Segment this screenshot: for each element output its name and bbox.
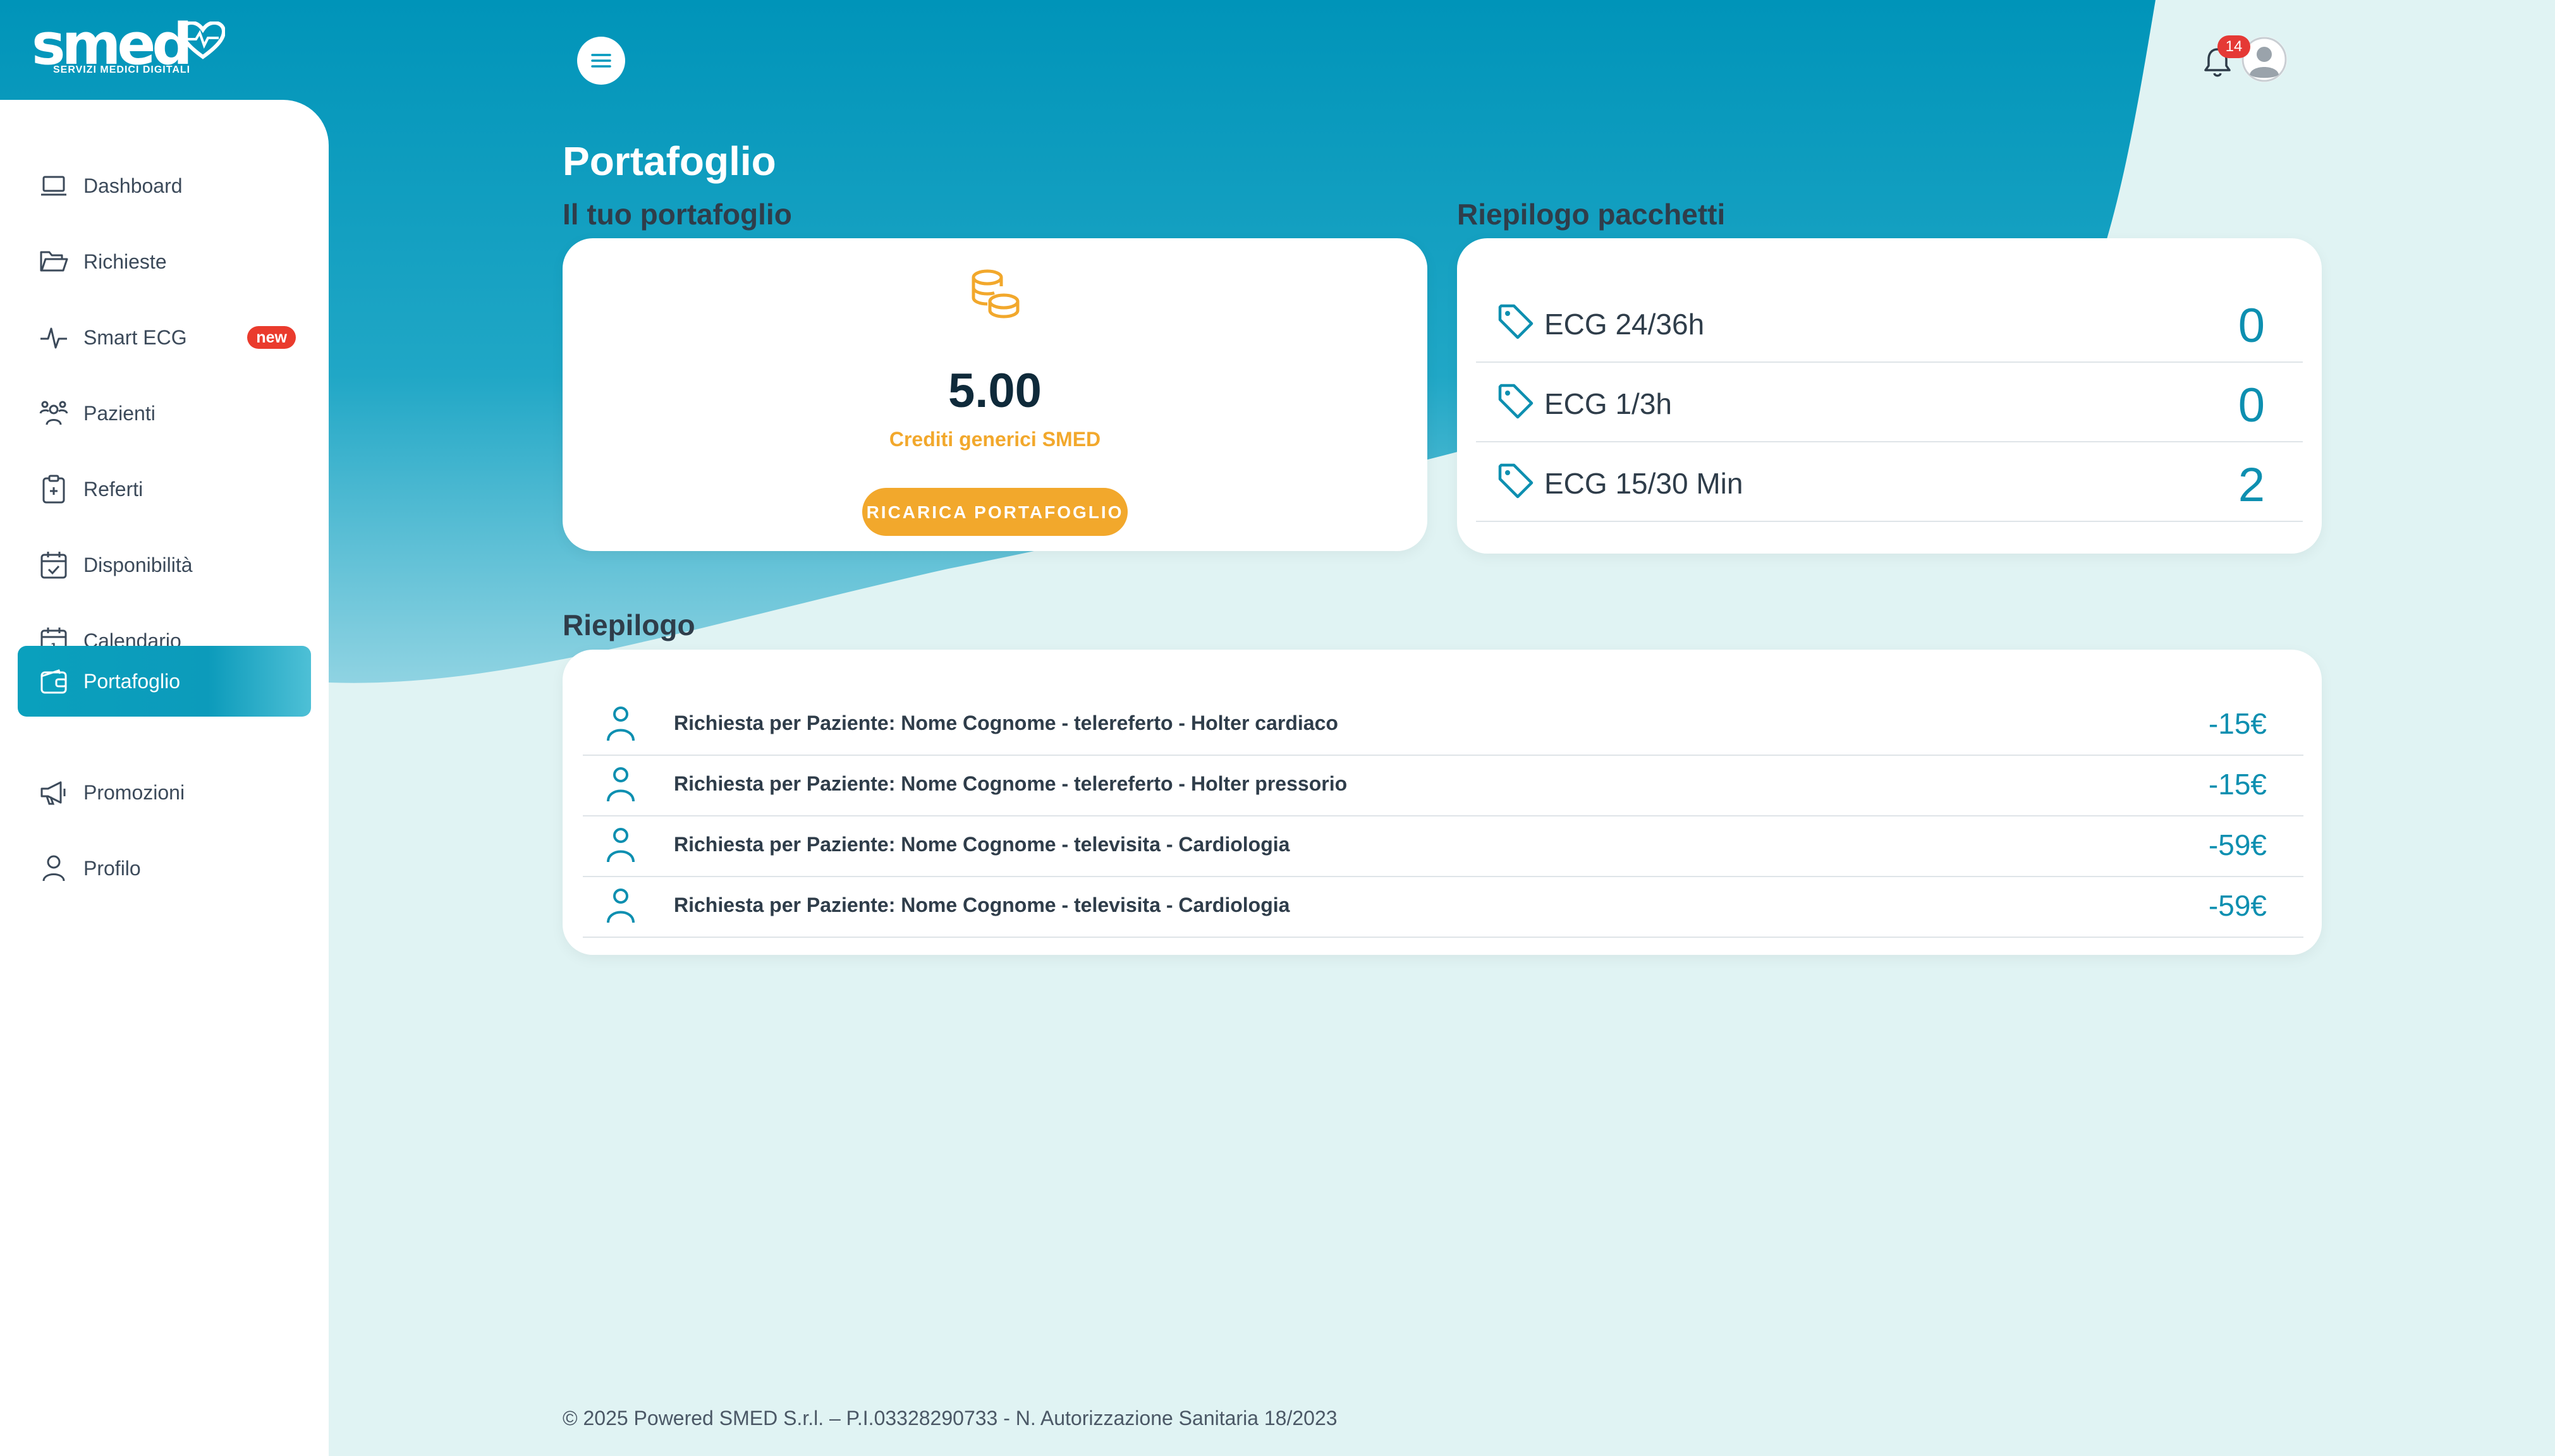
summary-description: Richiesta per Paziente: Nome Cognome - t…: [674, 712, 1338, 734]
sidebar-item-label: Promozioni: [83, 780, 185, 804]
sidebar-item-label: Dashboard: [83, 174, 183, 197]
tag-icon: [1498, 463, 1534, 499]
sidebar-item-richieste[interactable]: Richieste: [18, 226, 311, 297]
summary-row[interactable]: Richiesta per Paziente: Nome Cognome - t…: [583, 755, 2303, 816]
summary-amount: -15€: [2208, 707, 2267, 740]
wallet-card: 5.00 Crediti generici SMED RICARICA PORT…: [563, 238, 1427, 551]
package-count: 2: [2238, 458, 2265, 512]
sidebar-item-profilo[interactable]: Profilo: [18, 833, 311, 904]
package-count: 0: [2238, 379, 2265, 432]
sidebar-item-label: Portafoglio: [83, 669, 180, 693]
smed-logo: smed SERVIZI MEDICI DIGITALI: [32, 16, 228, 80]
package-row: ECG 24/36h 0: [1476, 282, 2303, 363]
sidebar-item-portafoglio[interactable]: Portafoglio: [18, 646, 311, 717]
wallet-balance: 5.00: [948, 364, 1042, 418]
sidebar: Dashboard Richieste Smart ECG new Pazien…: [0, 100, 329, 1456]
package-name: ECG 24/36h: [1544, 308, 1705, 341]
sidebar-item-label: Richieste: [83, 250, 167, 273]
recharge-wallet-button[interactable]: RICARICA PORTAFOGLIO: [862, 488, 1128, 536]
summary-amount: -15€: [2208, 768, 2267, 801]
summary-heading: Riepilogo: [563, 609, 695, 641]
summary-row[interactable]: Richiesta per Paziente: Nome Cognome - t…: [583, 694, 2303, 756]
wallet-icon: [35, 663, 72, 700]
user-icon: [35, 850, 72, 887]
person-icon: [607, 767, 635, 802]
wallet-heading: Il tuo portafoglio: [563, 198, 792, 231]
package-name: ECG 1/3h: [1544, 387, 1672, 420]
sidebar-item-referti[interactable]: Referti: [18, 454, 311, 525]
sidebar-item-dashboard[interactable]: Dashboard: [18, 150, 311, 221]
summary-description: Richiesta per Paziente: Nome Cognome - t…: [674, 833, 1290, 856]
folder-open-icon: [35, 243, 72, 280]
menu-toggle-button[interactable]: [577, 37, 625, 85]
summary-description: Richiesta per Paziente: Nome Cognome - t…: [674, 894, 1290, 916]
sidebar-item-label: Disponibilità: [83, 553, 193, 576]
person-icon: [607, 889, 635, 923]
package-row: ECG 1/3h 0: [1476, 361, 2303, 442]
heart-pulse-icon: [181, 21, 225, 59]
sidebar-item-smart-ecg[interactable]: Smart ECG new: [18, 302, 311, 373]
summary-description: Richiesta per Paziente: Nome Cognome - t…: [674, 772, 1348, 795]
sidebar-item-label: Referti: [83, 477, 143, 500]
summary-card: Richiesta per Paziente: Nome Cognome - t…: [563, 650, 2322, 955]
sidebar-item-label: Profilo: [83, 856, 141, 880]
package-count: 0: [2238, 299, 2265, 353]
coins-icon: [972, 269, 1020, 318]
hamburger-icon: [591, 54, 611, 68]
credits-label: Crediti generici SMED: [889, 428, 1101, 451]
clipboard-plus-icon: [35, 471, 72, 507]
packages-card: ECG 24/36h 0 ECG 1/3h 0 ECG 15/30 Min 2: [1457, 238, 2322, 554]
person-icon: [607, 707, 635, 741]
tag-icon: [1498, 384, 1534, 419]
summary-amount: -59€: [2208, 889, 2267, 922]
package-name: ECG 15/30 Min: [1544, 467, 1743, 500]
new-badge: new: [247, 326, 296, 349]
packages-heading: Riepilogo pacchetti: [1457, 198, 1726, 231]
megaphone-icon: [35, 774, 72, 811]
sidebar-item-label: Smart ECG: [83, 325, 187, 349]
laptop-icon: [35, 167, 72, 204]
package-row: ECG 15/30 Min 2: [1476, 441, 2303, 522]
calendar-check-icon: [35, 547, 72, 583]
users-icon: [35, 395, 72, 432]
tag-icon: [1498, 304, 1534, 339]
summary-row[interactable]: Richiesta per Paziente: Nome Cognome - t…: [583, 815, 2303, 877]
footer-text: © 2025 Powered SMED S.r.l. – P.I.0332829…: [563, 1407, 1338, 1429]
sidebar-item-label: Pazienti: [83, 401, 155, 425]
summary-row[interactable]: Richiesta per Paziente: Nome Cognome - t…: [583, 876, 2303, 938]
sidebar-item-promozioni[interactable]: Promozioni: [18, 757, 311, 828]
sidebar-item-disponibilita[interactable]: Disponibilità: [18, 530, 311, 600]
page-title: Portafoglio: [563, 138, 776, 184]
sidebar-item-pazienti[interactable]: Pazienti: [18, 378, 311, 449]
person-icon: [607, 828, 635, 863]
logo-tagline: SERVIZI MEDICI DIGITALI: [53, 64, 191, 75]
notifications-count-badge: 14: [2217, 35, 2250, 58]
heartbeat-icon: [35, 319, 72, 356]
summary-amount: -59€: [2208, 828, 2267, 861]
